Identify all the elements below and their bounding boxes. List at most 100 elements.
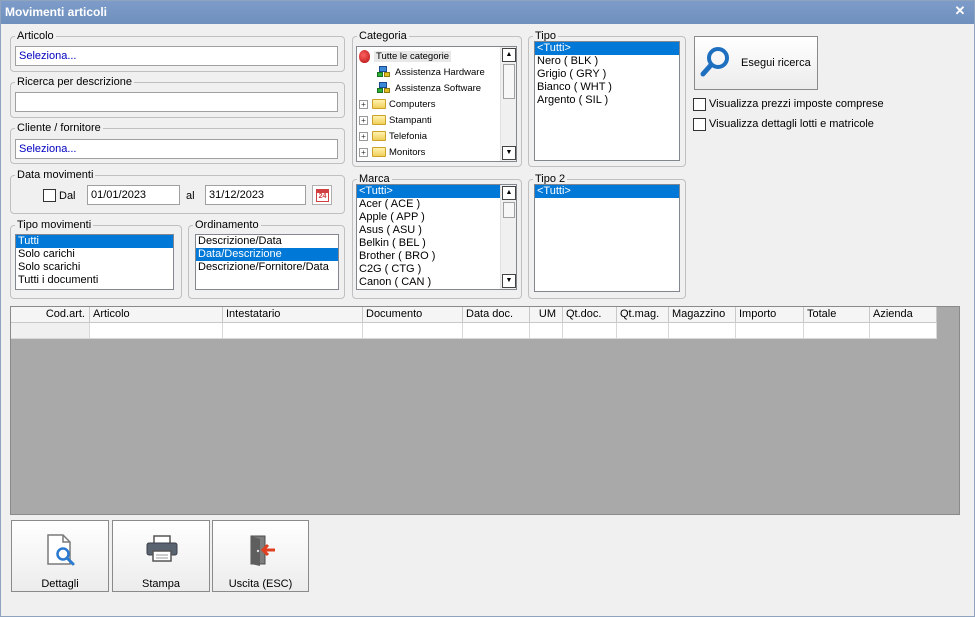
column-header[interactable]: Intestatario — [223, 307, 363, 323]
column-header[interactable]: UM — [530, 307, 563, 323]
list-item[interactable]: Brother ( BRO ) — [357, 250, 516, 263]
list-item[interactable]: Canon ( CAN ) — [357, 276, 516, 289]
list-item[interactable]: Tutti — [16, 235, 173, 248]
uscita-button[interactable]: Uscita (ESC) — [212, 520, 309, 592]
list-item[interactable]: Descrizione/Fornitore/Data — [196, 261, 338, 274]
tree-item-label: Telefonia — [389, 131, 428, 142]
list-item[interactable]: Grigio ( GRY ) — [535, 68, 679, 81]
list-item[interactable]: Data/Descrizione — [196, 248, 338, 261]
marca-scrollbar[interactable]: ▲ ▼ — [500, 185, 516, 289]
esegui-ricerca-label: Esegui ricerca — [741, 57, 811, 69]
list-item[interactable]: Nero ( BLK ) — [535, 55, 679, 68]
document-search-icon — [47, 534, 75, 566]
column-header[interactable]: Documento — [363, 307, 463, 323]
date-to-input[interactable]: 31/12/2023 — [205, 185, 306, 205]
list-item[interactable]: Solo carichi — [16, 248, 173, 261]
results-grid[interactable]: Cod.art. Articolo Intestatario Documento… — [10, 306, 960, 515]
cliente-input[interactable]: Seleziona... — [15, 139, 338, 159]
esegui-ricerca-button[interactable]: Esegui ricerca — [694, 36, 818, 90]
calendar-icon[interactable]: 24 — [312, 185, 332, 205]
table-cell[interactable] — [563, 323, 617, 339]
column-header[interactable]: Data doc. — [463, 307, 530, 323]
table-cell[interactable] — [90, 323, 223, 339]
ricerca-input[interactable] — [15, 92, 338, 112]
movimenti-window: Movimenti articoli ✕ Articolo Seleziona.… — [0, 0, 975, 617]
table-cell[interactable] — [363, 323, 463, 339]
list-item[interactable]: Tutti i documenti — [16, 274, 173, 287]
column-header[interactable]: Totale — [804, 307, 870, 323]
expand-icon[interactable]: + — [359, 147, 368, 157]
tree-item[interactable]: Assistenza Software — [377, 81, 481, 96]
tree-item[interactable]: + Computers — [359, 97, 435, 112]
close-icon[interactable]: ✕ — [954, 4, 966, 18]
articolo-input[interactable]: Seleziona... — [15, 46, 338, 66]
tree-item-label: Computers — [389, 99, 436, 110]
uscita-label: Uscita (ESC) — [228, 578, 293, 590]
table-cell[interactable] — [870, 323, 937, 339]
lotti-checkbox[interactable] — [693, 118, 706, 131]
expand-icon[interactable]: + — [359, 99, 368, 109]
list-item[interactable]: Acer ( ACE ) — [357, 198, 516, 211]
table-cell[interactable] — [669, 323, 736, 339]
categoria-tree[interactable]: Tutte le categorie Assistenza Hardware A… — [356, 46, 517, 162]
list-item[interactable]: <Tutti> — [535, 185, 679, 198]
exit-door-icon — [250, 535, 275, 566]
list-item[interactable]: <Tutti> — [535, 42, 679, 55]
tree-item[interactable]: + Telefonia — [359, 129, 427, 144]
folder-icon — [372, 115, 386, 126]
list-item[interactable]: Asus ( ASU ) — [357, 224, 516, 237]
stampa-button[interactable]: Stampa — [112, 520, 210, 592]
tree-root[interactable]: Tutte le categorie — [359, 49, 452, 64]
tree-item[interactable]: + Monitors — [359, 145, 425, 160]
tree-item[interactable]: + Stampanti — [359, 113, 432, 128]
dettagli-button[interactable]: Dettagli — [11, 520, 109, 592]
ordinamento-legend: Ordinamento — [195, 219, 259, 231]
scroll-down-icon[interactable]: ▼ — [502, 146, 516, 160]
scroll-thumb[interactable] — [503, 202, 515, 218]
marca-list[interactable]: <Tutti> Acer ( ACE ) Apple ( APP ) Asus … — [356, 184, 517, 290]
table-cell[interactable] — [223, 323, 363, 339]
tipo-list[interactable]: <Tutti> Nero ( BLK ) Grigio ( GRY ) Bian… — [534, 41, 680, 161]
dal-checkbox[interactable] — [43, 189, 56, 202]
scroll-thumb[interactable] — [503, 64, 515, 99]
table-cell[interactable] — [736, 323, 804, 339]
table-cell[interactable] — [617, 323, 669, 339]
column-header[interactable]: Qt.doc. — [563, 307, 617, 323]
list-item[interactable]: C2G ( CTG ) — [357, 263, 516, 276]
tree-item-label: Assistenza Software — [395, 83, 482, 94]
tree-root-label: Tutte le categorie — [374, 51, 452, 62]
table-cell[interactable] — [463, 323, 530, 339]
column-header[interactable]: Articolo — [90, 307, 223, 323]
tipo2-list[interactable]: <Tutti> — [534, 184, 680, 292]
date-from-input[interactable]: 01/01/2023 — [87, 185, 180, 205]
scroll-up-icon[interactable]: ▲ — [502, 186, 516, 200]
window-title: Movimenti articoli — [5, 5, 108, 19]
list-item[interactable]: Argento ( SIL ) — [535, 94, 679, 107]
scroll-up-icon[interactable]: ▲ — [502, 48, 516, 62]
list-item[interactable]: <Tutti> — [357, 185, 500, 198]
categoria-scrollbar[interactable]: ▲ ▼ — [500, 47, 516, 161]
tree-item[interactable]: Assistenza Hardware — [377, 65, 485, 80]
column-header[interactable]: Qt.mag. — [617, 307, 669, 323]
list-item[interactable]: Apple ( APP ) — [357, 211, 516, 224]
list-item[interactable]: Bianco ( WHT ) — [535, 81, 679, 94]
folder-icon — [372, 147, 386, 158]
expand-icon[interactable]: + — [359, 115, 368, 125]
list-item[interactable]: Descrizione/Data — [196, 235, 338, 248]
table-cell[interactable] — [804, 323, 870, 339]
expand-icon[interactable]: + — [359, 131, 368, 141]
tipo-movimenti-list[interactable]: Tutti Solo carichi Solo scarichi Tutti i… — [15, 234, 174, 290]
ordinamento-list[interactable]: Descrizione/Data Data/Descrizione Descri… — [195, 234, 339, 290]
folder-icon — [372, 99, 386, 110]
table-cell[interactable] — [530, 323, 563, 339]
prezzi-checkbox[interactable] — [693, 98, 706, 111]
column-header[interactable]: Importo — [736, 307, 804, 323]
column-header[interactable]: Cod.art. — [11, 307, 90, 323]
column-header[interactable]: Azienda — [870, 307, 937, 323]
scroll-down-icon[interactable]: ▼ — [502, 274, 516, 288]
table-row-header[interactable] — [11, 323, 90, 339]
column-header[interactable]: Magazzino — [669, 307, 736, 323]
list-item[interactable]: Solo scarichi — [16, 261, 173, 274]
tree-item-label: Monitors — [389, 147, 426, 158]
list-item[interactable]: Belkin ( BEL ) — [357, 237, 516, 250]
